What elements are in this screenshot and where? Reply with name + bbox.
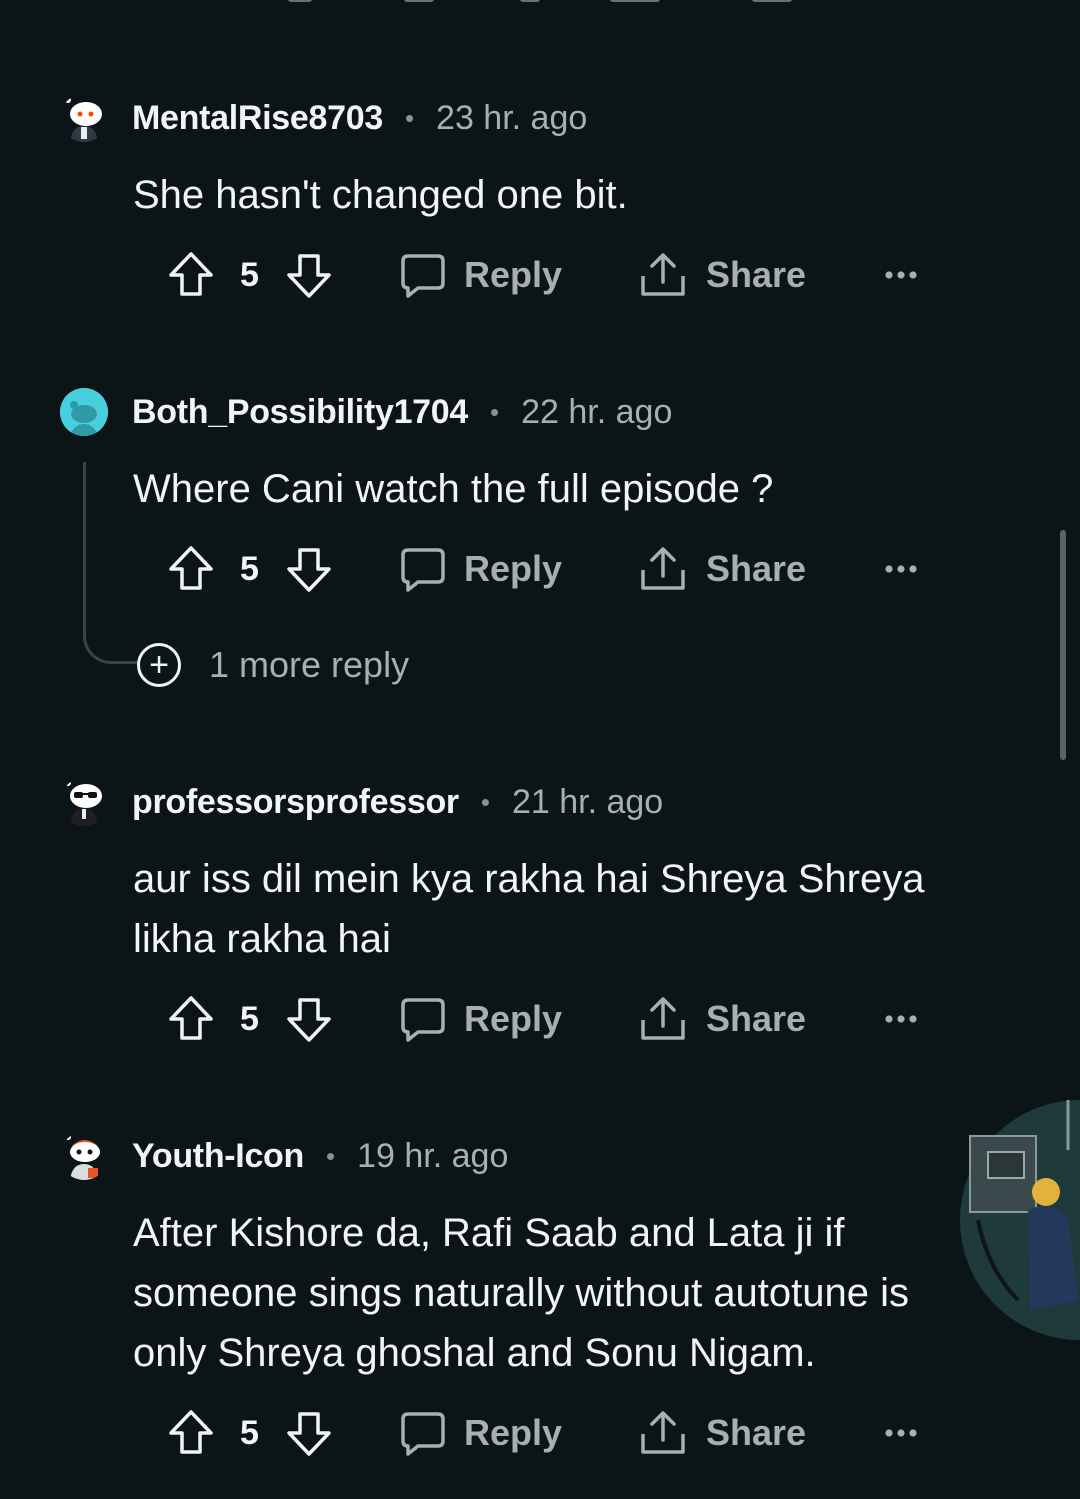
vote-score: 5	[240, 1414, 259, 1452]
separator-dot: •	[326, 1140, 336, 1171]
separator-dot: •	[480, 786, 490, 817]
comment-body: aur iss dil mein kya rakha hai Shreya Sh…	[133, 857, 925, 961]
comment-actions: 5 Reply Share	[166, 539, 926, 599]
speech-bubble-icon	[401, 548, 445, 592]
share-button[interactable]: Share	[638, 245, 806, 305]
previous-action-row-fragment	[0, 0, 1080, 4]
ellipsis-icon	[885, 1429, 917, 1437]
share-upload-icon	[641, 253, 685, 296]
arrow-up-icon	[169, 252, 213, 296]
comment-header: Both_Possibility1704 • 22 hr. ago	[60, 387, 672, 437]
comment-actions: 5 Reply Share	[166, 245, 926, 305]
ellipsis-icon	[885, 565, 917, 573]
scrollbar[interactable]	[1060, 530, 1066, 760]
separator-dot: •	[404, 102, 415, 133]
snoo-hardhat-avatar-icon	[65, 1134, 100, 1180]
comment-body: She hasn't changed one bit.	[133, 173, 628, 217]
user-avatar[interactable]	[60, 1132, 108, 1180]
speech-bubble-icon	[401, 1412, 445, 1456]
share-button[interactable]: Share	[638, 539, 806, 599]
arrow-down-icon	[287, 548, 331, 592]
share-label: Share	[706, 998, 807, 1039]
floating-illustration[interactable]	[958, 1100, 1080, 1340]
arrow-down-icon	[287, 254, 331, 298]
comment-header: MentalRise8703 • 23 hr. ago	[60, 93, 587, 143]
timestamp: 22 hr. ago	[521, 392, 673, 431]
reply-button[interactable]: Reply	[400, 1403, 562, 1463]
downvote-button[interactable]	[284, 539, 334, 599]
user-avatar[interactable]	[60, 388, 108, 436]
upvote-button[interactable]	[166, 539, 216, 599]
vote-score: 5	[240, 550, 259, 588]
timestamp: 21 hr. ago	[511, 782, 664, 821]
more-options-button[interactable]	[884, 245, 918, 305]
comment-header: professorsprofessor • 21 hr. ago	[60, 777, 663, 827]
share-label: Share	[706, 254, 807, 295]
timestamp: 23 hr. ago	[436, 98, 588, 137]
upvote-button[interactable]	[166, 1403, 216, 1463]
worker-illustration-icon	[960, 1100, 1080, 1340]
reply-label: Reply	[464, 254, 563, 295]
downvote-button[interactable]	[284, 989, 334, 1049]
more-options-button[interactable]	[884, 989, 918, 1049]
share-upload-icon	[641, 997, 685, 1040]
username[interactable]: Youth-Icon	[132, 1137, 304, 1176]
separator-dot: •	[490, 396, 500, 427]
more-replies-label: 1 more reply	[209, 644, 410, 685]
upvote-button[interactable]	[166, 245, 216, 305]
reply-label: Reply	[464, 548, 563, 589]
speech-bubble-icon	[401, 254, 445, 298]
more-options-button[interactable]	[884, 539, 918, 599]
arrow-up-icon	[169, 996, 213, 1040]
user-avatar[interactable]	[60, 778, 108, 826]
username[interactable]: MentalRise8703	[132, 99, 383, 138]
arrow-up-icon	[169, 1410, 213, 1454]
reply-label: Reply	[464, 998, 563, 1039]
snoo-sunglasses-avatar-icon	[65, 780, 102, 826]
speech-bubble-icon	[401, 998, 445, 1042]
comment-body: After Kishore da, Rafi Saab and Lata ji …	[133, 1211, 910, 1375]
downvote-button[interactable]	[284, 245, 334, 305]
vote-score: 5	[240, 1000, 259, 1038]
thread-line	[83, 462, 139, 664]
more-options-button[interactable]	[884, 1403, 918, 1463]
arrow-down-icon	[287, 1412, 331, 1456]
reply-button[interactable]: Reply	[400, 539, 562, 599]
vote-score: 5	[240, 256, 259, 294]
comment-actions: 5 Reply Share	[166, 989, 926, 1049]
comment-actions: 5 Reply Share	[166, 1403, 926, 1463]
plus-circle-icon: +	[137, 643, 181, 687]
share-upload-icon	[641, 1411, 685, 1454]
downvote-button[interactable]	[284, 1403, 334, 1463]
upvote-button[interactable]	[166, 989, 216, 1049]
username[interactable]: Both_Possibility1704	[132, 393, 468, 432]
ellipsis-icon	[885, 1015, 917, 1023]
share-button[interactable]: Share	[638, 989, 806, 1049]
arrow-down-icon	[287, 998, 331, 1042]
reply-button[interactable]: Reply	[400, 989, 562, 1049]
reply-label: Reply	[464, 1412, 563, 1453]
more-replies-button[interactable]: + 1 more reply	[137, 638, 409, 692]
share-upload-icon	[641, 547, 685, 590]
timestamp: 19 hr. ago	[357, 1136, 509, 1175]
reply-button[interactable]: Reply	[400, 245, 562, 305]
share-button[interactable]: Share	[638, 1403, 806, 1463]
share-label: Share	[706, 548, 807, 589]
snoo-avatar-icon	[65, 97, 102, 142]
user-avatar[interactable]	[60, 94, 108, 142]
username[interactable]: professorsprofessor	[132, 783, 459, 822]
comment-header: Youth-Icon • 19 hr. ago	[60, 1131, 508, 1181]
default-snoo-avatar-icon	[60, 388, 108, 436]
arrow-up-icon	[169, 546, 213, 590]
ellipsis-icon	[885, 271, 917, 279]
comment-body: Where Cani watch the full episode ?	[133, 467, 774, 511]
share-label: Share	[706, 1412, 807, 1453]
